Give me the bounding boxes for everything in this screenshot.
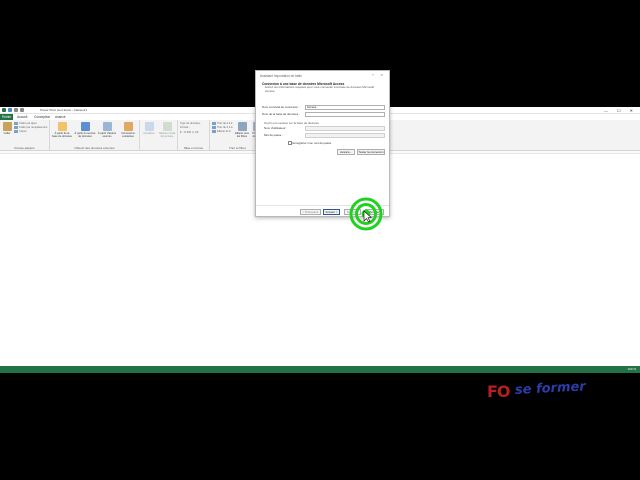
other-sources-icon [102, 122, 112, 131]
test-connection-button[interactable]: Tester la connexion [357, 149, 385, 155]
watermark-logo: FO se former [487, 379, 612, 406]
user-name-label: Nom d'utilisateur : [264, 126, 288, 130]
tab-home[interactable]: Accueil [17, 115, 27, 119]
group-external-data: À partir de la base de données À partir … [50, 120, 140, 151]
watermark-prefix: FO [487, 382, 511, 401]
copy-icon [14, 130, 18, 133]
window-title: Power Pivot pour Excel - Classeur1 [40, 108, 88, 112]
connection-name-label: Nom convivial de connexion : [262, 105, 300, 109]
sort-za-button[interactable]: Trier de Z à A [212, 126, 233, 129]
pivot-table-icon [162, 122, 172, 131]
tab-design[interactable]: Conception [34, 115, 50, 119]
password-label: Mot de passe : [264, 133, 283, 137]
save-password-label: Enregistrer mon mot de passe [292, 141, 332, 145]
from-other-sources-button[interactable]: À partir d'autres sources [97, 122, 117, 138]
password-row: Mot de passe : [262, 133, 385, 138]
import-wizard-dialog: Assistant Importation de table ? ✕ Conne… [255, 70, 390, 217]
paste-button[interactable]: Coller [2, 122, 12, 135]
checkbox-box[interactable] [288, 141, 292, 145]
group-label-formatting: Mise en forme [183, 146, 203, 150]
undo-icon[interactable] [14, 108, 18, 112]
from-service-button[interactable]: À partir du service de données [74, 122, 96, 138]
database-name-row: Nom de la base de données : [262, 112, 385, 117]
group-formatting: Type de données : Format : $ · % 000 ,0 … [178, 120, 210, 151]
dialog-title: Assistant Importation de table [260, 74, 302, 78]
data-type-field[interactable]: Type de données : [180, 122, 201, 125]
user-name-input[interactable] [305, 126, 385, 131]
database-icon [57, 122, 67, 131]
watermark-suffix: se former [514, 379, 587, 398]
sort-az-button[interactable]: Trier de A à Z [212, 122, 232, 125]
user-name-row: Nom d'utilisateur : [262, 126, 385, 131]
existing-connections-button[interactable]: Connexions existantes [118, 122, 138, 138]
group-clipboard: Coller Coller par ajout Coller par rempl… [0, 120, 50, 151]
app-icon [2, 108, 6, 112]
connection-name-row: Nom convivial de connexion : Access [262, 105, 385, 110]
from-database-button[interactable]: À partir de la base de données [52, 122, 72, 138]
window-controls[interactable]: — ☐ ✕ [604, 108, 637, 113]
previous-button[interactable]: < Précédent [300, 209, 321, 215]
group-refresh-pivot: Actualiser Tableau croisé dynamique [140, 120, 178, 151]
refresh-button[interactable]: Actualiser [142, 122, 156, 135]
paste-replace-button[interactable]: Coller par remplacement [14, 126, 47, 129]
format-field[interactable]: Format : [180, 126, 190, 129]
advanced-button[interactable]: Avancé... [337, 149, 355, 155]
connections-icon [123, 122, 133, 131]
save-icon[interactable] [8, 108, 12, 112]
zoom-level[interactable]: 100 % [627, 367, 636, 371]
paste-append-button[interactable]: Coller par ajout [14, 122, 37, 125]
paste-append-icon [14, 122, 18, 125]
next-button[interactable]: Suivant > [323, 209, 340, 215]
database-name-input[interactable] [305, 112, 385, 117]
dialog-description: Entrez les informations requises pour vo… [265, 85, 375, 93]
sort-za-icon [212, 126, 216, 129]
tab-advanced[interactable]: Avancé [55, 115, 66, 119]
database-name-label: Nom de la base de données : [262, 112, 300, 116]
clear-sort-button[interactable]: Effacer le tri [212, 130, 231, 133]
copy-button[interactable]: Copier [14, 130, 27, 133]
save-password-checkbox[interactable]: Enregistrer mon mot de passe [288, 141, 331, 145]
redo-icon[interactable] [20, 108, 24, 112]
filter-icon [237, 122, 247, 131]
number-format-buttons[interactable]: $ · % 000 ,0 ,00 [180, 131, 198, 134]
refresh-icon [144, 122, 154, 131]
group-label-external: Obtenir des données externes [74, 146, 115, 150]
data-service-icon [80, 122, 90, 131]
clear-sort-icon [212, 130, 216, 133]
password-input[interactable] [305, 133, 385, 138]
group-label-clipboard: Presse-papiers [14, 146, 35, 150]
click-highlight-icon [349, 197, 383, 231]
connection-name-input[interactable]: Access [305, 105, 385, 110]
logon-group-label: Ouvrir une session sur la base de donnée… [264, 121, 319, 125]
status-bar: 100 % [0, 366, 640, 373]
dialog-controls[interactable]: ? ✕ [372, 73, 386, 77]
pivot-table-button[interactable]: Tableau croisé dynamique [157, 122, 177, 138]
sort-az-icon [212, 122, 216, 125]
paste-replace-icon [14, 126, 18, 129]
clear-filters-button[interactable]: Effacer tous les filtres [235, 122, 249, 138]
clipboard-icon [2, 122, 12, 131]
